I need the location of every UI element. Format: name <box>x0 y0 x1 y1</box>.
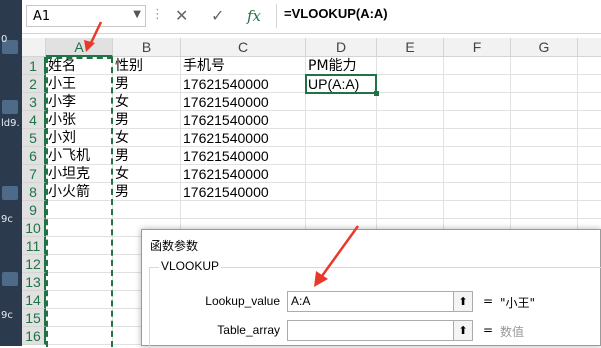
cell-name[interactable]: 小火箭 <box>46 183 113 201</box>
cell-gender[interactable]: 男 <box>113 75 181 93</box>
cell-phone[interactable]: 17621540000 <box>181 129 306 147</box>
fill-handle[interactable] <box>374 91 379 96</box>
cell-phone[interactable]: 17621540000 <box>181 147 306 165</box>
cell-a1[interactable]: 姓名 <box>46 57 113 75</box>
equals-sign: = <box>483 294 494 308</box>
desktop-label: ld9. <box>1 118 20 129</box>
column-header-c[interactable]: C <box>181 38 306 57</box>
cell-phone[interactable]: 17621540000 <box>181 183 306 201</box>
row-header[interactable]: 2 <box>22 75 46 93</box>
arg-result-table-array: 数值 <box>500 325 525 339</box>
row-header[interactable]: 12 <box>22 255 46 273</box>
row-header[interactable]: 8 <box>22 183 46 201</box>
collapse-dialog-icon[interactable]: ⬆ <box>453 320 473 341</box>
insert-function-icon[interactable]: fx <box>247 7 261 25</box>
formula-input[interactable]: =VLOOKUP(A:A) <box>284 6 388 21</box>
row-header[interactable]: 4 <box>22 111 46 129</box>
column-header-d[interactable]: D <box>306 38 377 57</box>
row-header[interactable]: 10 <box>22 219 46 237</box>
row-header[interactable]: 9 <box>22 201 46 219</box>
argument-group: VLOOKUP Lookup_value A:A ⬆ = "小王" Table_… <box>149 259 601 348</box>
row-header[interactable]: 7 <box>22 165 46 183</box>
column-header-g[interactable]: G <box>511 38 578 57</box>
desktop-label: 9c <box>1 310 13 321</box>
row-header[interactable]: 5 <box>22 129 46 147</box>
arg-label-lookup-value: Lookup_value <box>205 294 280 308</box>
desktop-icon[interactable] <box>2 272 18 286</box>
formula-buttons: ✕ ✓ fx <box>165 4 275 28</box>
cell-name[interactable]: 小刘 <box>46 129 113 147</box>
collapse-dialog-icon[interactable]: ⬆ <box>453 291 473 312</box>
desktop-icon[interactable] <box>2 100 18 114</box>
cell-phone[interactable]: 17621540000 <box>181 75 306 93</box>
chevron-down-icon[interactable]: ▼ <box>133 9 141 20</box>
cell-phone[interactable]: 17621540000 <box>181 165 306 183</box>
cell-name[interactable]: 小飞机 <box>46 147 113 165</box>
name-box-value: A1 <box>33 9 51 24</box>
cell-name[interactable]: 小坦克 <box>46 165 113 183</box>
row-header[interactable]: 16 <box>22 327 46 345</box>
row-header[interactable]: 11 <box>22 237 46 255</box>
column-header-e[interactable]: E <box>377 38 444 57</box>
row-header[interactable]: 14 <box>22 291 46 309</box>
row-header[interactable]: 13 <box>22 273 46 291</box>
cell-gender[interactable]: 男 <box>113 111 181 129</box>
desktop-label: 0 <box>1 34 8 45</box>
dialog-title: 函数参数 <box>150 239 199 253</box>
formula-separator <box>276 4 277 28</box>
select-all-corner[interactable] <box>22 38 46 57</box>
cell-gender[interactable]: 女 <box>113 165 181 183</box>
cell-name[interactable]: 小张 <box>46 111 113 129</box>
arg-label-table-array: Table_array <box>217 323 280 337</box>
desktop-icon[interactable] <box>2 186 18 200</box>
cell-d1[interactable]: PM能力 <box>306 57 377 75</box>
cancel-icon[interactable]: ✕ <box>175 6 188 25</box>
cell-gender[interactable]: 男 <box>113 183 181 201</box>
function-arguments-dialog: 函数参数 VLOOKUP Lookup_value A:A ⬆ = "小王" T… <box>141 229 601 348</box>
cell-c1[interactable]: 手机号 <box>181 57 306 75</box>
arg-result-lookup-value: "小王" <box>500 296 536 310</box>
column-header-f[interactable]: F <box>444 38 511 57</box>
cell-phone[interactable]: 17621540000 <box>181 93 306 111</box>
cell-b1[interactable]: 性别 <box>113 57 181 75</box>
column-header-a[interactable]: A <box>46 38 113 57</box>
cell-name[interactable]: 小李 <box>46 93 113 111</box>
equals-sign: = <box>483 323 494 337</box>
row-header[interactable]: 6 <box>22 147 46 165</box>
cell-d2-active[interactable]: UP(A:A) <box>305 74 377 94</box>
column-header-b[interactable]: B <box>113 38 181 57</box>
cell-name[interactable]: 小王 <box>46 75 113 93</box>
name-box[interactable]: A1 ▼ <box>26 5 146 27</box>
lookup-value-text: A:A <box>291 294 311 308</box>
cell-phone[interactable]: 17621540000 <box>181 111 306 129</box>
table-array-input[interactable] <box>287 320 472 341</box>
desktop-label: 9c <box>1 214 13 225</box>
formula-bar: A1 ▼ ⋮ ✕ ✓ fx =VLOOKUP(A:A) <box>22 0 601 34</box>
row-header[interactable]: 1 <box>22 57 46 75</box>
cell-gender[interactable]: 男 <box>113 147 181 165</box>
row-header[interactable]: 15 <box>22 309 46 327</box>
row-header[interactable]: 3 <box>22 93 46 111</box>
column-header-h[interactable] <box>578 38 601 57</box>
cell-gender[interactable]: 女 <box>113 93 181 111</box>
desktop-strip: 0 ld9. 9c 9c <box>0 0 22 346</box>
enter-icon[interactable]: ✓ <box>211 6 224 25</box>
cell-gender[interactable]: 女 <box>113 129 181 147</box>
lookup-value-input[interactable]: A:A <box>287 291 472 312</box>
function-name: VLOOKUP <box>159 259 222 273</box>
drag-handle-icon[interactable]: ⋮ <box>151 7 164 22</box>
